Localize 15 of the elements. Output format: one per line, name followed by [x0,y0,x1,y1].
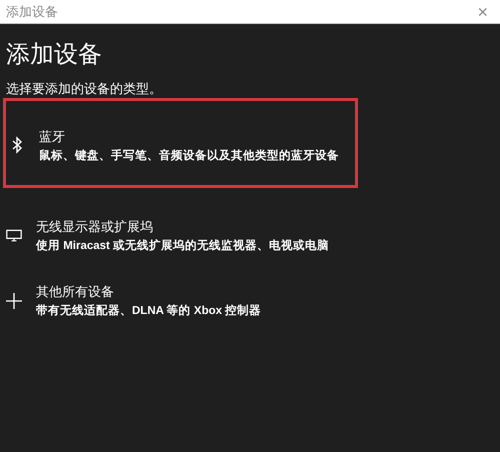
option-title: 蓝牙 [39,128,66,146]
option-title: 无线显示器或扩展坞 [36,218,154,236]
device-option[interactable]: 无线显示器或扩展坞 使用 Miracast 或无线扩展坞的无线监视器、电视或电脑 [0,218,355,253]
window-title: 添加设备 [6,2,58,20]
plus-icon [6,292,22,310]
bluetooth-icon [12,136,22,154]
option-description: 鼠标、键盘、手写笔、音频设备以及其他类型的蓝牙设备 [39,148,339,162]
highlighted-device-option[interactable]: 蓝牙 鼠标、键盘、手写笔、音频设备以及其他类型的蓝牙设备 [3,98,358,188]
option-description: 带有无线适配器、DLNA 等的 Xbox 控制器 [36,303,262,318]
instruction-text: 选择要添加的设备的类型。 [6,80,163,98]
page-heading: 添加设备 [6,40,103,70]
device-option[interactable]: 其他所有设备 带有无线适配器、DLNA 等的 Xbox 控制器 [0,283,355,318]
option-title: 其他所有设备 [36,283,115,301]
monitor-icon [6,228,22,244]
option-description: 使用 Miracast 或无线扩展坞的无线监视器、电视或电脑 [36,238,330,253]
